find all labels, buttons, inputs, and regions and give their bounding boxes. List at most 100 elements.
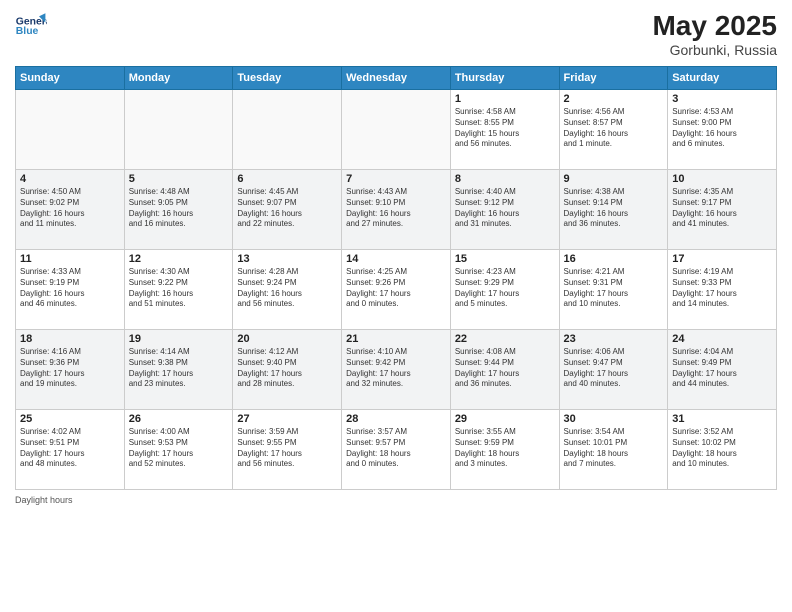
day-of-week-header: Monday <box>124 67 233 90</box>
day-info: Sunrise: 4:30 AM Sunset: 9:22 PM Dayligh… <box>129 267 229 310</box>
day-info: Sunrise: 3:59 AM Sunset: 9:55 PM Dayligh… <box>237 427 337 470</box>
calendar-cell: 20Sunrise: 4:12 AM Sunset: 9:40 PM Dayli… <box>233 330 342 410</box>
day-number: 3 <box>672 93 772 105</box>
day-number: 11 <box>20 253 120 265</box>
calendar-week-row: 1 Sunrise: 4:58 AM Sunset: 8:55 PM Daylig… <box>16 90 777 170</box>
calendar-cell <box>342 90 451 170</box>
calendar-cell: 12 Sunrise: 4:30 AM Sunset: 9:22 PM Dayli… <box>124 250 233 330</box>
day-info: Sunrise: 4:23 AM Sunset: 9:29 PM Dayligh… <box>455 267 555 310</box>
day-info: Sunrise: 4:19 AM Sunset: 9:33 PM Dayligh… <box>672 267 772 310</box>
day-info: Sunrise: 3:52 AM Sunset: 10:02 PM Daylig… <box>672 427 772 470</box>
day-info: Sunrise: 4:28 AM Sunset: 9:24 PM Dayligh… <box>237 267 337 310</box>
day-number: 28 <box>346 413 446 425</box>
calendar-cell: 4 Sunrise: 4:50 AM Sunset: 9:02 PM Daylig… <box>16 170 125 250</box>
day-number: 12 <box>129 253 229 265</box>
day-number: 10 <box>672 173 772 185</box>
day-number: 14 <box>346 253 446 265</box>
calendar-cell: 23 Sunrise: 4:06 AM Sunset: 9:47 PM Dayli… <box>559 330 668 410</box>
day-number: 23 <box>564 333 664 345</box>
day-info: Sunrise: 3:54 AM Sunset: 10:01 PM Daylig… <box>564 427 664 470</box>
calendar-cell: 13 Sunrise: 4:28 AM Sunset: 9:24 PM Dayli… <box>233 250 342 330</box>
day-of-week-header: Tuesday <box>233 67 342 90</box>
day-info: Sunrise: 4:43 AM Sunset: 9:10 PM Dayligh… <box>346 187 446 230</box>
calendar-cell: 18 Sunrise: 4:16 AM Sunset: 9:36 PM Dayli… <box>16 330 125 410</box>
logo-icon: General Blue <box>15 10 47 42</box>
calendar-cell: 25Sunrise: 4:02 AM Sunset: 9:51 PM Dayli… <box>16 410 125 490</box>
day-number: 19 <box>129 333 229 345</box>
day-number: 29 <box>455 413 555 425</box>
day-info: Sunrise: 4:08 AM Sunset: 9:44 PM Dayligh… <box>455 347 555 390</box>
day-number: 1 <box>455 93 555 105</box>
day-info: Sunrise: 4:45 AM Sunset: 9:07 PM Dayligh… <box>237 187 337 230</box>
day-number: 31 <box>672 413 772 425</box>
day-number: 13 <box>237 253 337 265</box>
day-number: 7 <box>346 173 446 185</box>
calendar-cell: 3 Sunrise: 4:53 AM Sunset: 9:00 PM Daylig… <box>668 90 777 170</box>
day-info: Sunrise: 4:38 AM Sunset: 9:14 PM Dayligh… <box>564 187 664 230</box>
day-number: 24 <box>672 333 772 345</box>
day-of-week-header: Sunday <box>16 67 125 90</box>
calendar-cell: 9 Sunrise: 4:38 AM Sunset: 9:14 PM Daylig… <box>559 170 668 250</box>
calendar-cell: 17 Sunrise: 4:19 AM Sunset: 9:33 PM Dayli… <box>668 250 777 330</box>
calendar-cell <box>16 90 125 170</box>
footer-note: Daylight hours <box>15 495 777 505</box>
calendar-cell: 21 Sunrise: 4:10 AM Sunset: 9:42 PM Dayli… <box>342 330 451 410</box>
day-number: 16 <box>564 253 664 265</box>
calendar-cell: 19Sunrise: 4:14 AM Sunset: 9:38 PM Dayli… <box>124 330 233 410</box>
calendar-cell: 28 Sunrise: 3:57 AM Sunset: 9:57 PM Dayli… <box>342 410 451 490</box>
day-number: 4 <box>20 173 120 185</box>
day-info: Sunrise: 4:53 AM Sunset: 9:00 PM Dayligh… <box>672 107 772 150</box>
location-title: Gorbunki, Russia <box>652 42 777 58</box>
day-number: 18 <box>20 333 120 345</box>
calendar-cell: 27Sunrise: 3:59 AM Sunset: 9:55 PM Dayli… <box>233 410 342 490</box>
day-of-week-header: Friday <box>559 67 668 90</box>
calendar-week-row: 4 Sunrise: 4:50 AM Sunset: 9:02 PM Daylig… <box>16 170 777 250</box>
month-year-title: May 2025 <box>652 10 777 42</box>
calendar-cell <box>233 90 342 170</box>
day-info: Sunrise: 4:58 AM Sunset: 8:55 PM Dayligh… <box>455 107 555 150</box>
day-number: 5 <box>129 173 229 185</box>
day-number: 22 <box>455 333 555 345</box>
day-info: Sunrise: 3:55 AM Sunset: 9:59 PM Dayligh… <box>455 427 555 470</box>
day-info: Sunrise: 4:16 AM Sunset: 9:36 PM Dayligh… <box>20 347 120 390</box>
calendar-cell: 15 Sunrise: 4:23 AM Sunset: 9:29 PM Dayli… <box>450 250 559 330</box>
day-info: Sunrise: 4:06 AM Sunset: 9:47 PM Dayligh… <box>564 347 664 390</box>
day-number: 17 <box>672 253 772 265</box>
calendar-header-row: SundayMondayTuesdayWednesdayThursdayFrid… <box>16 67 777 90</box>
day-number: 26 <box>129 413 229 425</box>
title-block: May 2025 Gorbunki, Russia <box>652 10 777 58</box>
calendar-week-row: 11Sunrise: 4:33 AM Sunset: 9:19 PM Dayli… <box>16 250 777 330</box>
day-number: 15 <box>455 253 555 265</box>
svg-text:Blue: Blue <box>16 26 39 37</box>
calendar-cell: 6Sunrise: 4:45 AM Sunset: 9:07 PM Daylig… <box>233 170 342 250</box>
calendar-cell: 8Sunrise: 4:40 AM Sunset: 9:12 PM Daylig… <box>450 170 559 250</box>
day-of-week-header: Wednesday <box>342 67 451 90</box>
day-of-week-header: Thursday <box>450 67 559 90</box>
day-info: Sunrise: 4:56 AM Sunset: 8:57 PM Dayligh… <box>564 107 664 150</box>
calendar-cell: 30Sunrise: 3:54 AM Sunset: 10:01 PM Dayl… <box>559 410 668 490</box>
day-info: Sunrise: 4:02 AM Sunset: 9:51 PM Dayligh… <box>20 427 120 470</box>
header: General Blue May 2025 Gorbunki, Russia <box>15 10 777 58</box>
day-number: 21 <box>346 333 446 345</box>
day-number: 9 <box>564 173 664 185</box>
calendar-week-row: 25Sunrise: 4:02 AM Sunset: 9:51 PM Dayli… <box>16 410 777 490</box>
calendar-cell: 7 Sunrise: 4:43 AM Sunset: 9:10 PM Daylig… <box>342 170 451 250</box>
calendar-cell: 26Sunrise: 4:00 AM Sunset: 9:53 PM Dayli… <box>124 410 233 490</box>
day-info: Sunrise: 4:35 AM Sunset: 9:17 PM Dayligh… <box>672 187 772 230</box>
day-info: Sunrise: 4:50 AM Sunset: 9:02 PM Dayligh… <box>20 187 120 230</box>
calendar-cell: 24Sunrise: 4:04 AM Sunset: 9:49 PM Dayli… <box>668 330 777 410</box>
day-info: Sunrise: 4:25 AM Sunset: 9:26 PM Dayligh… <box>346 267 446 310</box>
day-info: Sunrise: 4:12 AM Sunset: 9:40 PM Dayligh… <box>237 347 337 390</box>
logo: General Blue <box>15 10 51 42</box>
calendar-cell: 22 Sunrise: 4:08 AM Sunset: 9:44 PM Dayli… <box>450 330 559 410</box>
calendar-cell: 14 Sunrise: 4:25 AM Sunset: 9:26 PM Dayli… <box>342 250 451 330</box>
calendar-cell: 29 Sunrise: 3:55 AM Sunset: 9:59 PM Dayli… <box>450 410 559 490</box>
day-info: Sunrise: 4:48 AM Sunset: 9:05 PM Dayligh… <box>129 187 229 230</box>
calendar-cell: 16 Sunrise: 4:21 AM Sunset: 9:31 PM Dayli… <box>559 250 668 330</box>
calendar-cell: 31 Sunrise: 3:52 AM Sunset: 10:02 PM Dayl… <box>668 410 777 490</box>
day-info: Sunrise: 4:10 AM Sunset: 9:42 PM Dayligh… <box>346 347 446 390</box>
calendar-cell: 5 Sunrise: 4:48 AM Sunset: 9:05 PM Daylig… <box>124 170 233 250</box>
day-info: Sunrise: 4:21 AM Sunset: 9:31 PM Dayligh… <box>564 267 664 310</box>
calendar-table: SundayMondayTuesdayWednesdayThursdayFrid… <box>15 66 777 490</box>
day-info: Sunrise: 3:57 AM Sunset: 9:57 PM Dayligh… <box>346 427 446 470</box>
